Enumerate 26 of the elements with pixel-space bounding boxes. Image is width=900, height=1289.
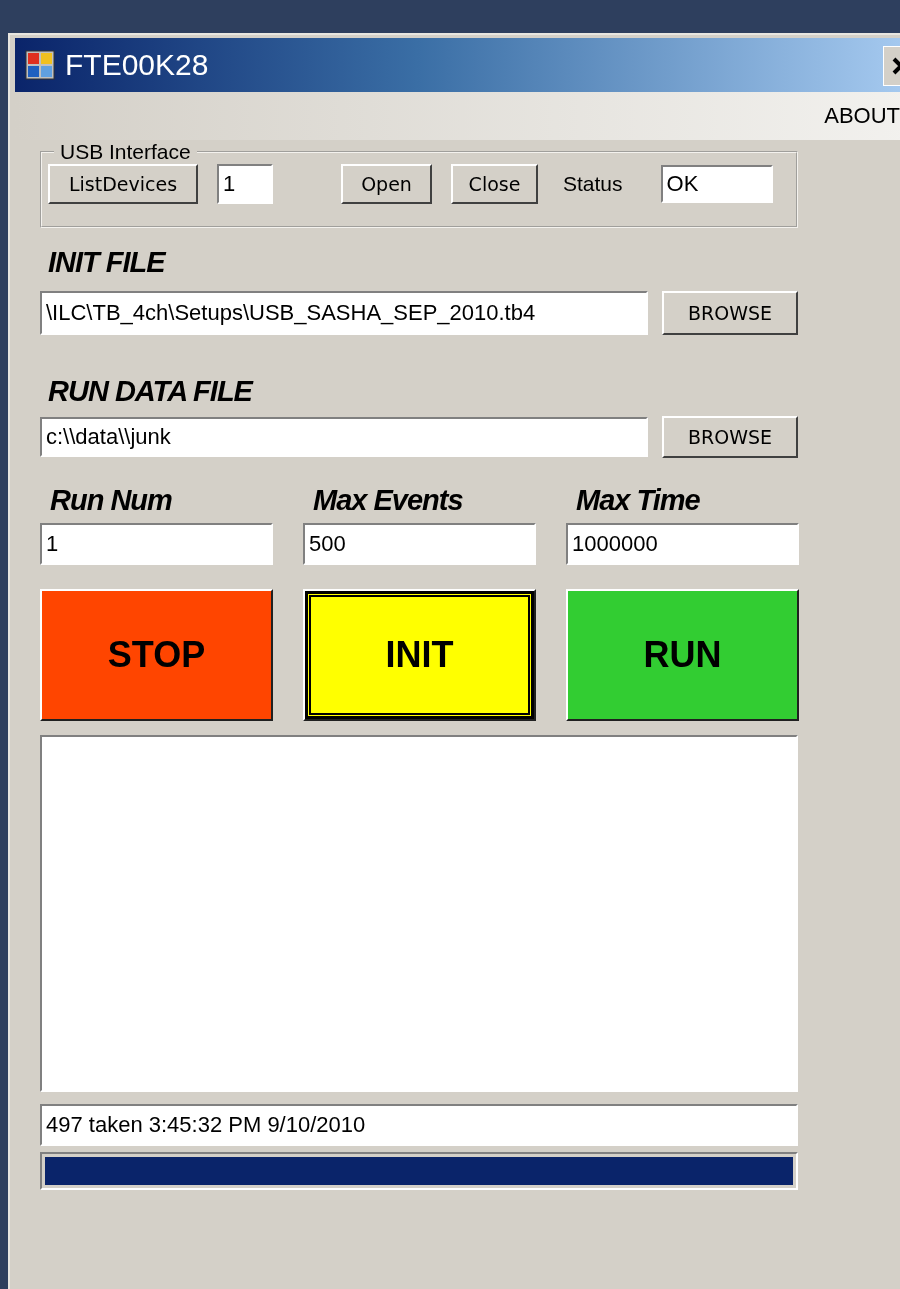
- status-field[interactable]: OK: [660, 165, 773, 203]
- section-label: INIT FILE: [48, 246, 167, 279]
- group-title: USB Interface: [59, 140, 192, 164]
- close-button[interactable]: Close: [451, 164, 538, 204]
- open-button[interactable]: Open: [341, 164, 432, 204]
- menu-item[interactable]: ABOUT: [816, 103, 900, 129]
- parameter-field[interactable]: 1: [40, 523, 273, 565]
- browse-button[interactable]: BROWSE: [662, 291, 798, 335]
- parameter-field[interactable]: 500: [303, 523, 536, 565]
- action-button[interactable]: STOP: [40, 589, 273, 721]
- status-label: Status: [563, 172, 623, 196]
- browse-button[interactable]: BROWSE: [662, 416, 798, 458]
- app-icon: [25, 50, 55, 80]
- file-path-field[interactable]: \ILC\TB_4ch\Setups\USB_SASHA_SEP_2010.tb4: [40, 291, 648, 335]
- device-field[interactable]: 1: [217, 164, 273, 204]
- parameter-label: Max Events: [313, 484, 464, 517]
- file-path-field[interactable]: c:\\data\\junk: [40, 417, 648, 457]
- window-title: FTE00K28: [65, 48, 209, 82]
- action-button[interactable]: INIT: [303, 589, 536, 721]
- parameter-label: Max Time: [576, 484, 701, 517]
- parameter-field[interactable]: 1000000: [566, 523, 799, 565]
- list-devices-button[interactable]: ListDevices: [48, 164, 198, 204]
- status-line-field[interactable]: 497 taken 3:45:32 PM 9/10/2010: [40, 1104, 798, 1146]
- action-button[interactable]: RUN: [566, 589, 799, 721]
- section-label: RUN DATA FILE: [48, 375, 255, 408]
- parameter-label: Run Num: [50, 484, 173, 517]
